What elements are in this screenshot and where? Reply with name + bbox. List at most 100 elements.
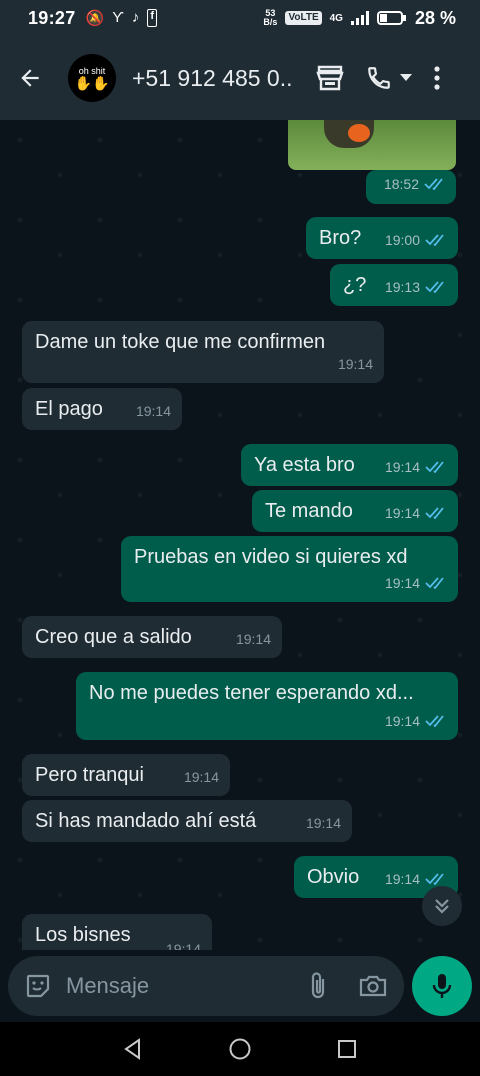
message-time: 19:14	[384, 713, 420, 729]
message-input[interactable]: Mensaje	[66, 973, 306, 999]
message-meta: 19:14	[385, 454, 447, 480]
nav-recents-icon[interactable]	[336, 1038, 358, 1060]
message-meta: 19:14	[136, 398, 171, 424]
message-text: El pago	[35, 398, 103, 420]
message-bubble-out[interactable]: ¿? 19:13	[330, 264, 458, 306]
battery-icon	[376, 11, 406, 25]
message-text: Pruebas en video si quieres xd	[134, 546, 408, 568]
read-ticks-icon	[425, 715, 444, 727]
message-text: Ya esta bro	[254, 454, 355, 476]
read-ticks-icon	[425, 507, 444, 519]
composer-bar: Mensaje	[0, 950, 480, 1022]
message-bubble-in[interactable]: El pago 19:14	[22, 388, 182, 430]
double-chevron-down-icon	[435, 899, 449, 914]
status-time: 19:27	[28, 7, 76, 28]
message-bubble-out[interactable]: No me puedes tener esperando xd... 19:14	[76, 672, 458, 740]
nav-back-icon[interactable]	[122, 1038, 144, 1060]
image-message[interactable]	[288, 120, 456, 170]
chat-area[interactable]: 18:52 Bro? 19:00 ¿? 19:13 Dame un toke q…	[0, 120, 480, 950]
message-bubble-out[interactable]: Bro? 19:00	[306, 217, 458, 259]
signal-icon	[350, 11, 369, 25]
chat-header: oh shit ✋✋ +51 912 485 0...	[0, 36, 480, 120]
message-meta: 19:14	[338, 351, 373, 377]
microphone-icon	[432, 974, 452, 998]
message-meta: 18:52	[384, 171, 446, 197]
message-text: Si has mandado ahí está	[35, 810, 257, 832]
camera-icon[interactable]	[358, 973, 388, 999]
call-menu[interactable]	[366, 65, 412, 91]
message-bubble-out[interactable]: 18:52	[366, 170, 456, 204]
read-ticks-icon	[425, 281, 444, 293]
message-meta: 19:14	[166, 936, 201, 950]
message-time: 19:13	[384, 279, 420, 295]
message-meta: 19:14	[236, 626, 271, 652]
nav-home-icon[interactable]	[228, 1037, 252, 1061]
message-meta: 19:14	[306, 810, 341, 836]
message-text: Dame un toke que me confirmen	[35, 331, 326, 353]
message-text: No me puedes tener esperando xd...	[89, 682, 414, 704]
read-ticks-icon	[425, 461, 444, 473]
facebook-icon: f	[147, 9, 157, 27]
sticker-emoji-icon[interactable]	[24, 972, 52, 1000]
notification-icon: ϒ	[112, 9, 124, 26]
message-bubble-in[interactable]: Los bisnes 19:14	[22, 914, 212, 950]
message-bubble-in[interactable]: Dame un toke que me confirmen 19:14	[22, 321, 384, 383]
scroll-to-bottom-button[interactable]	[422, 886, 462, 926]
message-time: 19:00	[384, 232, 420, 248]
message-text: Te mando	[265, 500, 353, 522]
message-time: 19:14	[384, 459, 420, 475]
signal-gen: 4G	[329, 12, 343, 24]
message-meta: 19:00	[385, 227, 447, 253]
message-text: Pero tranqui	[35, 764, 144, 786]
message-time: 19:14	[384, 871, 420, 887]
message-meta: 19:14	[385, 570, 447, 596]
message-time: 19:14	[183, 769, 219, 785]
message-time: 19:14	[165, 941, 201, 950]
volte-badge: VoLTE	[285, 11, 322, 25]
message-time: 19:14	[384, 505, 420, 521]
phone-icon	[368, 67, 390, 89]
mute-icon: 🔕	[85, 10, 105, 27]
system-nav-bar	[0, 1022, 480, 1076]
read-ticks-icon	[424, 178, 443, 190]
message-bubble-out[interactable]: Te mando 19:14	[252, 490, 458, 532]
battery-percent: 28 %	[414, 7, 456, 28]
message-bubble-in[interactable]: Creo que a salido 19:14	[22, 616, 282, 658]
message-text: Obvio	[307, 866, 360, 888]
message-text: Los bisnes	[35, 924, 131, 946]
message-text: Bro?	[319, 227, 362, 249]
avatar[interactable]: oh shit ✋✋	[68, 54, 116, 102]
voice-message-button[interactable]	[412, 956, 472, 1016]
read-ticks-icon	[425, 873, 444, 885]
network-speed: 53 B/s	[263, 8, 278, 27]
message-time: 19:14	[384, 575, 420, 591]
message-bubble-out[interactable]: Pruebas en video si quieres xd 19:14	[121, 536, 458, 602]
more-options-icon[interactable]	[434, 66, 440, 90]
back-arrow-icon	[21, 69, 39, 87]
message-meta: 19:14	[184, 764, 219, 790]
back-button[interactable]	[0, 65, 60, 91]
message-input-container[interactable]: Mensaje	[8, 956, 404, 1016]
message-time: 18:52	[383, 176, 419, 192]
message-bubble-in[interactable]: Pero tranqui 19:14	[22, 754, 230, 796]
read-ticks-icon	[425, 577, 444, 589]
message-text: ¿?	[343, 274, 367, 296]
caret-down-icon	[400, 74, 412, 81]
message-time: 19:14	[337, 356, 373, 372]
tiktok-icon: ♪	[131, 9, 140, 26]
message-bubble-out[interactable]: Ya esta bro 19:14	[241, 444, 458, 486]
read-ticks-icon	[425, 234, 444, 246]
message-time: 19:14	[235, 631, 271, 647]
store-icon[interactable]	[316, 65, 344, 91]
message-time: 19:14	[135, 403, 171, 419]
message-time: 19:14	[305, 815, 341, 831]
hands-icon: ✋✋	[74, 75, 110, 91]
status-bar: 19:27 🔕 ϒ ♪ f 53 B/s VoLTE 4G 28 %	[0, 0, 480, 36]
message-text: Creo que a salido	[35, 626, 192, 648]
attach-icon[interactable]	[306, 971, 330, 1001]
contact-name[interactable]: +51 912 485 0...	[132, 65, 294, 92]
message-meta: 19:14	[385, 708, 447, 734]
message-meta: 19:13	[385, 274, 447, 300]
message-meta: 19:14	[385, 500, 447, 526]
message-bubble-in[interactable]: Si has mandado ahí está 19:14	[22, 800, 352, 842]
